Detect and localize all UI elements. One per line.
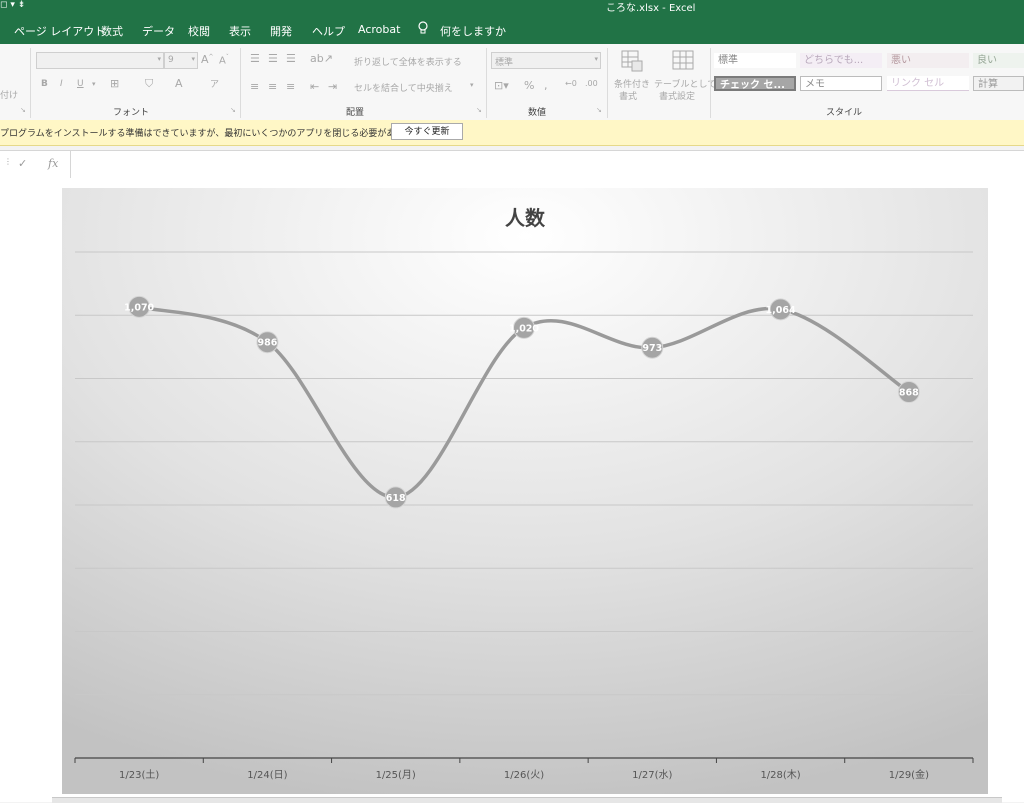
data-label: 1,070 <box>124 302 154 313</box>
borders-icon[interactable]: ⊞ <box>110 77 119 90</box>
align-bottom-icon[interactable]: ☰ <box>286 52 296 65</box>
group-separator <box>30 48 31 118</box>
orientation-icon[interactable]: ab↗ <box>310 52 333 65</box>
underline-dropdown-icon[interactable]: ▾ <box>92 80 96 88</box>
tab-developer[interactable]: 開発 <box>270 23 292 39</box>
tab-help[interactable]: ヘルプ <box>312 23 345 39</box>
alignment-dialog-launcher-icon[interactable]: ↘ <box>476 106 482 114</box>
formula-bar: ⋮ ✓ fx <box>0 150 1024 179</box>
x-tick-label: 1/27(水) <box>632 769 672 781</box>
wrap-text-button[interactable]: 折り返して全体を表示する <box>354 55 462 68</box>
check-icon[interactable]: ✓ <box>18 157 27 170</box>
formula-input[interactable] <box>70 151 1024 178</box>
ribbon-tabs: ページ レイアウト 数式 データ 校閲 表示 開発 ヘルプ Acrobat 何を… <box>0 14 1024 44</box>
format-table-icon <box>672 50 694 70</box>
increase-font-icon[interactable]: A^ <box>201 53 214 66</box>
bold-icon[interactable]: B <box>41 79 48 89</box>
conditional-format-label-2: 書式 <box>619 92 638 102</box>
decrease-indent-icon[interactable]: ⇤ <box>310 80 319 93</box>
style-normal[interactable]: 標準 <box>714 53 796 68</box>
currency-icon[interactable]: ⊡▾ <box>494 79 509 92</box>
chart-title: 人数 <box>505 206 546 230</box>
group-separator <box>607 48 608 118</box>
number-dialog-launcher-icon[interactable]: ↘ <box>596 106 602 114</box>
percent-icon[interactable]: % <box>524 79 534 92</box>
x-tick-label: 1/29(金) <box>889 768 929 781</box>
format-table-label-2: 書式設定 <box>659 92 696 102</box>
tab-review[interactable]: 校閲 <box>188 23 210 39</box>
fill-color-icon[interactable]: ⛉ <box>145 77 153 91</box>
align-right-icon[interactable]: ≡ <box>286 80 295 93</box>
tab-page-layout[interactable]: ページ レイアウト <box>14 23 105 39</box>
group-separator <box>710 48 711 118</box>
fx-icon[interactable]: fx <box>48 157 58 170</box>
data-label: 1,020 <box>509 323 539 334</box>
align-middle-icon[interactable]: ☰ <box>268 52 278 65</box>
line-chart[interactable]: 人数 1/23(土) 1/24(日) 1/25(月) 1/26(火) 1/27(水) 1/… <box>62 188 988 794</box>
style-bad[interactable]: 悪い <box>887 53 969 68</box>
alignment-group-label: 配置 <box>346 108 365 118</box>
style-check-cell[interactable]: チェック セ... <box>714 76 796 91</box>
font-size-combo[interactable]: 9 ▾ <box>164 52 198 69</box>
x-tick-label: 1/23(土) <box>119 768 159 781</box>
data-label: 868 <box>899 387 919 398</box>
data-label: 986 <box>258 338 278 349</box>
window-title: ころな.xlsx - Excel <box>606 3 696 14</box>
more-icon[interactable]: ⋮ <box>4 157 12 166</box>
group-separator <box>240 48 241 118</box>
ribbon: 付け ↘ ▾ 9 ▾ A^ Aˇ B I U ▾ ⊞ ⛉ A ア フォント ↘ … <box>0 44 1024 121</box>
merge-center-button[interactable]: セルを結合して中央揃え <box>354 81 453 94</box>
update-message-text: プログラムをインストールする準備はできていますが、最初にいくつかのアプリを閉じる… <box>0 129 431 139</box>
underline-icon[interactable]: U <box>77 79 84 89</box>
increase-indent-icon[interactable]: ⇥ <box>328 80 337 93</box>
update-message-bar: プログラムをインストールする準備はできていますが、最初にいくつかのアプリを閉じる… <box>0 120 1024 146</box>
style-link-cell[interactable]: リンク セル <box>887 76 969 91</box>
quick-access-toolbar[interactable]: ◻ ▾ ⇟ <box>0 0 25 10</box>
font-size-value: 9 <box>168 55 174 65</box>
x-tick-label: 1/25(月) <box>376 769 416 781</box>
x-tick-label: 1/28(木) <box>760 769 800 781</box>
align-center-icon[interactable]: ≡ <box>268 80 277 93</box>
phonetic-icon[interactable]: ア <box>210 77 219 90</box>
font-color-icon[interactable]: A <box>175 77 183 90</box>
increase-decimal-icon[interactable]: ←0 <box>565 79 577 88</box>
italic-icon[interactable]: I <box>60 79 63 89</box>
horizontal-scrollbar[interactable] <box>52 797 1002 803</box>
align-left-icon[interactable]: ≡ <box>250 80 259 93</box>
group-separator <box>486 48 487 118</box>
style-calculation[interactable]: 計算 <box>973 76 1024 91</box>
data-label: 973 <box>642 343 662 354</box>
merge-dropdown-icon[interactable]: ▾ <box>470 81 474 89</box>
conditional-format-icon <box>621 50 643 72</box>
number-format-combo[interactable]: 標準 ▾ <box>491 52 601 69</box>
dialog-launcher-icon[interactable]: ↘ <box>20 106 26 114</box>
number-group-label: 数値 <box>528 108 547 118</box>
style-good[interactable]: 良い <box>973 53 1024 68</box>
chart-area-background <box>62 188 988 794</box>
tab-acrobat[interactable]: Acrobat <box>358 23 400 36</box>
decrease-decimal-icon[interactable]: .00 <box>585 79 598 88</box>
paste-button-label[interactable]: 付け <box>0 88 18 101</box>
data-label: 618 <box>386 493 406 504</box>
font-dialog-launcher-icon[interactable]: ↘ <box>230 106 236 114</box>
lightbulb-icon <box>417 21 429 38</box>
x-tick-label: 1/26(火) <box>504 769 544 781</box>
update-now-button[interactable]: 今すぐ更新 <box>391 123 463 140</box>
font-name-combo[interactable]: ▾ <box>36 52 164 69</box>
font-group-label: フォント <box>113 108 150 118</box>
tell-me-box[interactable]: 何をしますか <box>440 23 506 39</box>
style-neutral[interactable]: どちらでも... <box>800 53 882 68</box>
data-label: 1,064 <box>766 305 796 316</box>
align-top-icon[interactable]: ☰ <box>250 52 260 65</box>
comma-icon[interactable]: , <box>544 79 548 92</box>
number-format-value: 標準 <box>495 58 514 68</box>
tab-data[interactable]: データ <box>142 23 175 39</box>
tab-view[interactable]: 表示 <box>229 23 251 39</box>
x-tick-label: 1/24(日) <box>247 770 287 781</box>
tab-formulas[interactable]: 数式 <box>101 23 123 39</box>
styles-group-label: スタイル <box>826 108 863 118</box>
decrease-font-icon[interactable]: Aˇ <box>219 54 229 66</box>
style-memo[interactable]: メモ <box>800 76 882 91</box>
title-bar: ◻ ▾ ⇟ ころな.xlsx - Excel <box>0 0 1024 14</box>
